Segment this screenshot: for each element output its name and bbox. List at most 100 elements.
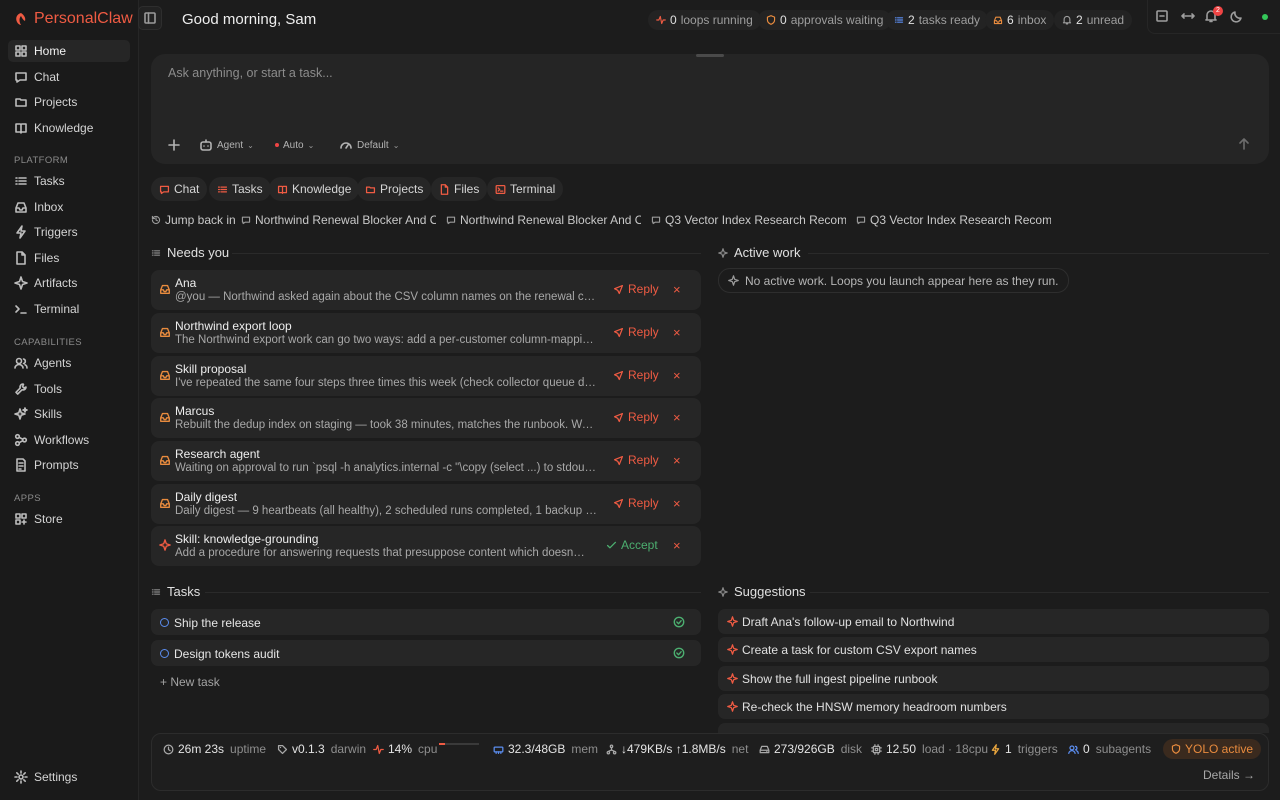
stat-value: 0 (670, 13, 677, 27)
bell-icon (1062, 15, 1072, 25)
sidebar-item-inbox[interactable]: Inbox (8, 196, 130, 218)
sidebar-item-tasks[interactable]: Tasks (8, 170, 130, 192)
profile-select[interactable]: Default ⌄ (339, 138, 399, 152)
jump-back-item[interactable]: Q3 Vector Index Research Recomm... (651, 213, 846, 227)
check-circle-icon[interactable] (673, 647, 685, 659)
sidebar-item-prompts[interactable]: Prompts (8, 454, 130, 476)
composer-input[interactable] (168, 66, 1168, 80)
card-title: Research agent (175, 447, 260, 461)
reply-label: Reply (628, 368, 659, 382)
accept-button[interactable]: Accept (606, 538, 658, 552)
needs-you-card[interactable]: Skill: knowledge-grounding Add a procedu… (151, 526, 701, 566)
stat-tasks-ready[interactable]: 2 tasks ready (886, 10, 989, 30)
dismiss-close-icon[interactable]: × (673, 282, 681, 297)
stat-inbox[interactable]: 6 inbox (985, 10, 1055, 30)
suggestion-text: Show the full ingest pipeline runbook (742, 672, 938, 686)
sidebar-item-agents[interactable]: Agents (8, 352, 130, 374)
activity-icon (373, 744, 384, 755)
yolo-status-badge[interactable]: YOLO active (1163, 739, 1262, 759)
jump-back-item-label: Northwind Renewal Blocker And Ow... (460, 213, 641, 227)
dismiss-close-icon[interactable]: × (673, 410, 681, 425)
reply-button[interactable]: Reply (613, 453, 659, 467)
needs-you-card[interactable]: Skill proposal I've repeated the same fo… (151, 356, 701, 396)
suggestion-item[interactable] (718, 723, 1269, 733)
notification-badge: 2 (1213, 6, 1223, 16)
needs-you-card[interactable]: Marcus Rebuilt the dedup index on stagin… (151, 398, 701, 438)
sparkle-icon (14, 276, 28, 290)
sidebar-item-home[interactable]: Home (8, 40, 130, 62)
sidebar-item-triggers[interactable]: Triggers (8, 221, 130, 243)
quick-link-terminal[interactable]: Terminal (487, 177, 564, 201)
new-task-button[interactable]: + New task (160, 675, 220, 689)
sidebar-item-chat[interactable]: Chat (8, 66, 130, 88)
dismiss-close-icon[interactable]: × (673, 453, 681, 468)
model-select[interactable]: Auto ⌄ (275, 138, 314, 152)
jump-back-item[interactable]: Northwind Renewal Blocker And Ow... (241, 213, 436, 227)
dismiss-close-icon[interactable]: × (673, 496, 681, 511)
suggestion-item[interactable]: Re-check the HNSW memory headroom number… (718, 694, 1269, 719)
reply-button[interactable]: Reply (613, 496, 659, 510)
card-text: @you — Northwind asked again about the C… (175, 291, 598, 303)
sidebar-item-label: Artifacts (34, 276, 78, 290)
add-attachment-button[interactable] (167, 138, 181, 152)
mode-select[interactable]: Agent ⌄ (199, 138, 254, 152)
sidebar-item-tools[interactable]: Tools (8, 378, 130, 400)
sidebar-item-store[interactable]: Store (8, 508, 130, 530)
send-arrow-icon[interactable] (1237, 137, 1251, 151)
moon-icon[interactable] (1230, 9, 1244, 23)
list-icon (151, 248, 161, 258)
sidebar-item-knowledge[interactable]: Knowledge (8, 117, 130, 139)
reply-button[interactable]: Reply (613, 410, 659, 424)
reply-button[interactable]: Reply (613, 282, 659, 296)
jump-back-item[interactable]: Q3 Vector Index Research Recomm... (856, 213, 1051, 227)
sidebar-item-workflows[interactable]: Workflows (8, 429, 130, 451)
sidebar-toggle-button[interactable] (138, 6, 162, 30)
dismiss-close-icon[interactable]: × (673, 325, 681, 340)
dismiss-close-icon[interactable]: × (673, 368, 681, 383)
reply-button[interactable]: Reply (613, 325, 659, 339)
card-title: Skill proposal (175, 362, 247, 376)
sidebar-item-skills[interactable]: Skills (8, 403, 130, 425)
quick-link-files[interactable]: Files (431, 177, 488, 201)
jump-back-item[interactable]: Northwind Renewal Blocker And Ow... (446, 213, 641, 227)
wrench-icon (14, 382, 28, 396)
details-link[interactable]: Details → (1203, 768, 1255, 782)
needs-you-card[interactable]: Daily digest Daily digest — 9 heartbeats… (151, 484, 701, 524)
stat-label: load · 18cpu (922, 742, 989, 756)
suggestion-item[interactable]: Draft Ana's follow-up email to Northwind (718, 609, 1269, 634)
reply-label: Reply (628, 453, 659, 467)
sidebar-item-projects[interactable]: Projects (8, 91, 130, 113)
reply-button[interactable]: Reply (613, 368, 659, 382)
needs-you-card[interactable]: Ana @you — Northwind asked again about t… (151, 270, 701, 310)
brand[interactable]: PersonalClaw (14, 10, 133, 28)
composer-drag-handle[interactable] (696, 54, 724, 57)
check-circle-icon[interactable] (673, 616, 685, 628)
sidebar-item-terminal[interactable]: Terminal (8, 298, 130, 320)
quick-link-knowledge[interactable]: Knowledge (269, 177, 360, 201)
section-title: Needs you (167, 245, 230, 260)
task-row[interactable]: Design tokens audit (151, 640, 701, 666)
sidebar-item-artifacts[interactable]: Artifacts (8, 272, 130, 294)
task-status-circle-icon[interactable] (160, 618, 169, 627)
card-title: Skill: knowledge-grounding (175, 532, 319, 546)
needs-you-card[interactable]: Research agent Waiting on approval to ru… (151, 441, 701, 481)
card-title: Ana (175, 276, 197, 290)
quick-link-projects[interactable]: Projects (357, 177, 432, 201)
panel-icon[interactable] (1155, 9, 1169, 23)
expand-width-icon[interactable] (1181, 9, 1195, 23)
stat-approvals-waiting[interactable]: 0 approvals waiting (758, 10, 892, 30)
quick-link-tasks[interactable]: Tasks (209, 177, 271, 201)
dismiss-close-icon[interactable]: × (673, 538, 681, 553)
task-status-circle-icon[interactable] (160, 649, 169, 658)
stat-loops-running[interactable]: 0 loops running (648, 10, 761, 30)
stat-unread[interactable]: 2 unread (1054, 10, 1133, 30)
suggestion-item[interactable]: Show the full ingest pipeline runbook (718, 666, 1269, 691)
needs-you-card[interactable]: Northwind export loop The Northwind expo… (151, 313, 701, 353)
task-row[interactable]: Ship the release (151, 609, 701, 635)
sidebar-item-settings[interactable]: Settings (8, 766, 130, 788)
sidebar-item-files[interactable]: Files (8, 247, 130, 269)
sidebar-item-label: Agents (34, 356, 72, 370)
stat-value: v0.1.3 (292, 742, 325, 756)
quick-link-chat[interactable]: Chat (151, 177, 208, 201)
suggestion-item[interactable]: Create a task for custom CSV export name… (718, 637, 1269, 662)
